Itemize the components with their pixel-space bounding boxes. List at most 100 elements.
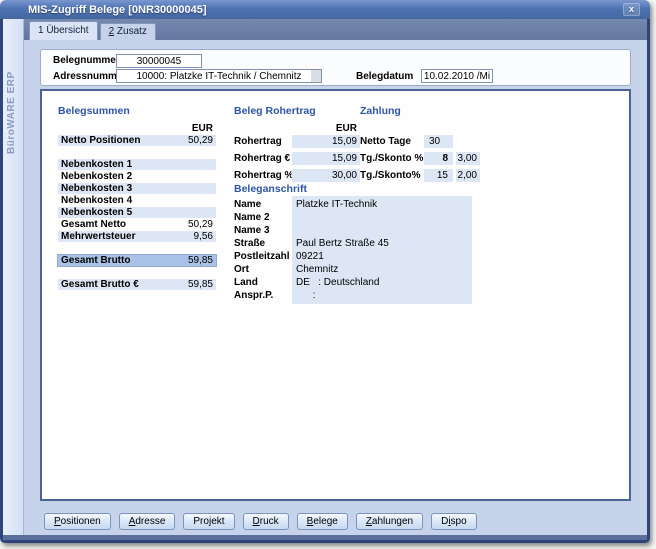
action-button-row: Positionen Adresse Projekt Druck Belege … <box>44 513 477 530</box>
summen-row-spacer <box>58 267 216 278</box>
summen-row-spacer <box>58 243 216 254</box>
row-label <box>61 147 213 158</box>
belegdatum-input[interactable]: 10.02.2010 /Mi <box>421 69 493 83</box>
anschrift-label-ort: Ort <box>234 263 290 276</box>
zahlung-row-skonto-1: Tg./Skonto %83,00 <box>360 152 486 165</box>
main-area: 1 Übersicht 2 Zusatz Belegnummer 3000004… <box>24 19 647 535</box>
row-label: Nebenkosten 5 <box>61 207 213 218</box>
rohertrag-row: Rohertrag15,09 <box>234 135 360 148</box>
row-value-2: 3,00 <box>456 152 480 165</box>
beleganschrift-title: Beleganschrift <box>234 183 474 196</box>
rohertrag-row-prozent: Rohertrag %30,00 <box>234 169 360 182</box>
beleganschrift-value-box: Platzke IT-Technik Paul Bertz Straße 45 … <box>292 196 472 304</box>
anschrift-value-strasse: Paul Bertz Straße 45 <box>296 237 472 250</box>
row-label: Nebenkosten 3 <box>61 183 213 194</box>
positionen-button[interactable]: Positionen <box>44 513 111 530</box>
tab-label: 1 Übersicht <box>38 25 89 36</box>
row-label: Tg./Skonto % <box>360 152 424 165</box>
row-value-1: 15 <box>424 169 453 182</box>
detail-panel: Belegsummen EUR Netto Positionen50,29 Ne… <box>40 89 631 501</box>
summen-row-nebenkosten-5: Nebenkosten 5 <box>58 207 216 218</box>
anschrift-label-strasse: Straße <box>234 237 290 250</box>
brand-strip: BüroWARE ERP <box>3 19 24 540</box>
close-button[interactable]: x <box>623 3 640 16</box>
content-area: Belegnummer 30000045 Adressnummer 10000:… <box>24 40 647 535</box>
beleganschrift-labels: Name Name 2 Name 3 Straße Postleitzahl O… <box>234 198 290 302</box>
row-value: 30,00 <box>292 169 360 182</box>
row-label: Tg./Skonto% <box>360 169 424 182</box>
row-value: 59,85 <box>188 279 213 290</box>
title-bar[interactable]: MIS-Zugriff Belege [0NR30000045] x <box>0 0 650 19</box>
anschrift-label-plz: Postleitzahl <box>234 250 290 263</box>
summen-row-nebenkosten-4: Nebenkosten 4 <box>58 195 216 206</box>
anschrift-label-name2: Name 2 <box>234 211 290 224</box>
summen-row-spacer <box>58 147 216 158</box>
tab-label: Zusatz <box>114 26 147 37</box>
row-value: 15,09 <box>292 135 360 148</box>
adressnummer-input[interactable]: 10000: Platzke IT-Technik / Chemnitz <box>116 69 322 83</box>
adressnummer-value: 10000: Platzke IT-Technik / Chemnitz <box>136 71 301 82</box>
druck-button[interactable]: Druck <box>243 513 289 530</box>
projekt-button[interactable]: Projekt <box>183 513 234 530</box>
anschrift-label-name3: Name 3 <box>234 224 290 237</box>
row-label: Gesamt Brutto € <box>61 279 188 290</box>
row-label: Gesamt Brutto <box>61 255 188 266</box>
row-value-1: 8 <box>424 152 453 165</box>
row-value: 50,29 <box>188 135 213 146</box>
anschrift-value-name3 <box>296 224 472 237</box>
rohertrag-row-eur: Rohertrag €15,09 <box>234 152 360 165</box>
summen-row-nebenkosten-3: Nebenkosten 3 <box>58 183 216 194</box>
tab-zusatz[interactable]: 2 Zusatz <box>100 23 156 40</box>
row-value-1: 30 <box>424 135 453 148</box>
section-belegsummen: Belegsummen EUR Netto Positionen50,29 Ne… <box>58 105 216 291</box>
row-value: 9,56 <box>194 231 213 242</box>
belegsummen-title: Belegsummen <box>58 105 216 118</box>
belegdatum-label: Belegdatum <box>356 71 413 82</box>
summen-row-gesamt-brutto-eur: Gesamt Brutto €59,85 <box>58 279 216 290</box>
row-label <box>61 267 213 278</box>
anschrift-label-name: Name <box>234 198 290 211</box>
zahlung-row-skonto-2: Tg./Skonto%152,00 <box>360 169 486 182</box>
zahlungen-button[interactable]: Zahlungen <box>356 513 423 530</box>
row-label: Netto Tage <box>360 135 424 148</box>
tab-uebersicht[interactable]: 1 Übersicht <box>29 21 98 40</box>
row-value-2: 2,00 <box>456 169 480 182</box>
summen-row-mehrwertsteuer: Mehrwertsteuer9,56 <box>58 231 216 242</box>
adressnummer-dropdown-button[interactable] <box>311 70 321 82</box>
summen-row-gesamt-brutto: Gesamt Brutto59,85 <box>58 255 216 266</box>
adresse-button[interactable]: Adresse <box>119 513 176 530</box>
summen-row-gesamt-netto: Gesamt Netto50,29 <box>58 219 216 230</box>
anschrift-label-land: Land <box>234 276 290 289</box>
dispo-button[interactable]: Dispo <box>431 513 477 530</box>
row-value: 50,29 <box>188 219 213 230</box>
row-value: 59,85 <box>188 255 213 266</box>
brand-vertical-label: BüroWARE ERP <box>6 34 24 154</box>
row-label: Rohertrag % <box>234 169 292 182</box>
row-value: 15,09 <box>292 152 360 165</box>
zahlung-spacer <box>360 123 486 135</box>
row-label: Nebenkosten 4 <box>61 195 213 206</box>
row-label: Nebenkosten 1 <box>61 159 213 170</box>
tab-strip: 1 Übersicht 2 Zusatz <box>24 19 647 40</box>
rohertrag-title: Beleg Rohertrag <box>234 105 360 118</box>
belege-button[interactable]: Belege <box>297 513 348 530</box>
belegdatum-value: 10.02.2010 /Mi <box>424 71 490 82</box>
anschrift-value-name: Platzke IT-Technik <box>296 198 472 211</box>
anschrift-value-name2 <box>296 211 472 224</box>
window-title: MIS-Zugriff Belege [0NR30000045] <box>28 4 207 16</box>
row-value-2 <box>456 135 480 148</box>
app-window: MIS-Zugriff Belege [0NR30000045] x BüroW… <box>0 0 650 543</box>
belegnummer-input[interactable]: 30000045 <box>116 54 202 68</box>
document-header-panel: Belegnummer 30000045 Adressnummer 10000:… <box>40 49 631 86</box>
window-body: BüroWARE ERP 1 Übersicht 2 Zusatz Belegn… <box>0 19 650 543</box>
row-label: Gesamt Netto <box>61 219 188 230</box>
rohertrag-currency-header: EUR <box>234 123 360 135</box>
anschrift-value-land: DE : Deutschland <box>296 276 472 289</box>
summen-row-netto-positionen: Netto Positionen50,29 <box>58 135 216 146</box>
anschrift-value-ansprp: : <box>296 289 472 302</box>
section-zahlung: Zahlung Netto Tage30 Tg./Skonto %83,00 T… <box>360 105 486 186</box>
row-label: Nebenkosten 2 <box>61 171 213 182</box>
close-icon: x <box>629 5 634 14</box>
summen-row-nebenkosten-1: Nebenkosten 1 <box>58 159 216 170</box>
summen-row-nebenkosten-2: Nebenkosten 2 <box>58 171 216 182</box>
